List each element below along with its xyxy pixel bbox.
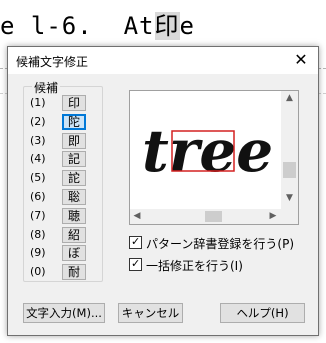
check-icon: ✓ bbox=[131, 257, 141, 270]
scroll-down-icon[interactable]: ▼ bbox=[281, 193, 298, 203]
candidate-button[interactable]: 即 bbox=[62, 132, 86, 149]
candidate-row: (9) ぼ bbox=[30, 245, 102, 263]
dialog-titlebar: 候補文字修正 ✕ bbox=[8, 47, 318, 74]
candidate-correction-dialog: 候補文字修正 ✕ 候補 (1) 印 (2) 陀 (3) 即 (4) 記 (5) 詑 (6) 聡 (7) 聴… bbox=[7, 46, 319, 336]
candidate-button[interactable]: 記 bbox=[62, 151, 86, 168]
candidate-row: (0) 耐 bbox=[30, 264, 102, 282]
pattern-dictionary-checkbox[interactable]: ✓ bbox=[129, 235, 142, 249]
help-button[interactable]: ヘルプ(H) bbox=[220, 303, 305, 323]
text-input-button[interactable]: 文字入力(M)... bbox=[23, 303, 105, 323]
candidate-button[interactable]: 印 bbox=[62, 95, 86, 111]
candidate-number: (5) bbox=[30, 171, 46, 185]
check-icon: ✓ bbox=[131, 235, 141, 248]
candidate-number: (3) bbox=[30, 133, 46, 147]
candidate-number: (0) bbox=[30, 265, 46, 279]
candidate-button[interactable]: 耐 bbox=[62, 264, 86, 281]
candidate-number: (8) bbox=[30, 227, 46, 241]
candidate-button[interactable]: 詑 bbox=[62, 170, 86, 187]
candidate-button[interactable]: ぼ bbox=[62, 245, 86, 262]
candidate-button[interactable]: 聡 bbox=[62, 189, 86, 205]
dialog-title: 候補文字修正 bbox=[16, 55, 89, 69]
scroll-corner bbox=[281, 209, 298, 224]
candidate-row: (4) 記 bbox=[30, 151, 102, 169]
candidate-row: (2) 陀 bbox=[30, 113, 102, 132]
document-text: e l-6. At印e bbox=[0, 12, 195, 40]
preview-image: tree bbox=[130, 91, 281, 209]
candidate-button[interactable]: 陀 bbox=[62, 113, 86, 130]
candidate-button[interactable]: 紹 bbox=[62, 226, 86, 243]
candidates-group-label: 候補 bbox=[32, 79, 61, 96]
candidate-row: (8) 紹 bbox=[30, 226, 102, 245]
candidate-row: (1) 印 bbox=[30, 95, 102, 113]
vertical-scrollbar[interactable]: ▲ ▼ bbox=[281, 91, 298, 209]
bulk-correction-label: 一括修正を行う(I) bbox=[146, 259, 243, 273]
preview-word: tree bbox=[142, 117, 273, 185]
candidate-row: (6) 聡 bbox=[30, 189, 102, 207]
pattern-dictionary-option[interactable]: ✓ パターン辞書登録を行う(P) bbox=[129, 235, 309, 251]
vertical-scroll-thumb[interactable] bbox=[283, 162, 296, 178]
bulk-correction-option[interactable]: ✓ 一括修正を行う(I) bbox=[129, 257, 309, 273]
candidate-number: (9) bbox=[30, 246, 46, 260]
cancel-button[interactable]: キャンセル bbox=[118, 303, 183, 323]
scroll-right-icon[interactable]: ▶ bbox=[267, 211, 279, 221]
candidate-number: (7) bbox=[30, 208, 46, 222]
scroll-up-icon[interactable]: ▲ bbox=[281, 93, 298, 103]
candidate-row: (7) 聴 bbox=[30, 207, 102, 226]
candidate-button[interactable]: 聴 bbox=[62, 207, 86, 224]
document-line: e l-6. At印e bbox=[0, 4, 326, 40]
candidate-number: (6) bbox=[30, 190, 46, 203]
horizontal-scroll-thumb[interactable] bbox=[205, 211, 222, 222]
preview-pane: tree ▲ ▼ ◀ ▶ bbox=[129, 90, 299, 225]
candidate-number: (1) bbox=[30, 96, 46, 109]
candidate-row: (5) 詑 bbox=[30, 170, 102, 188]
candidate-number: (4) bbox=[30, 152, 46, 166]
candidate-row: (3) 即 bbox=[30, 132, 102, 151]
selected-character[interactable]: 印 bbox=[154, 12, 180, 40]
preview-word-image: tree bbox=[142, 117, 273, 185]
candidate-number: (2) bbox=[30, 114, 46, 128]
scroll-left-icon[interactable]: ◀ bbox=[131, 211, 143, 221]
horizontal-scrollbar[interactable]: ◀ ▶ bbox=[130, 209, 281, 224]
close-icon[interactable]: ✕ bbox=[290, 49, 312, 71]
bulk-correction-checkbox[interactable]: ✓ bbox=[129, 257, 142, 271]
pattern-dictionary-label: パターン辞書登録を行う(P) bbox=[146, 237, 295, 251]
